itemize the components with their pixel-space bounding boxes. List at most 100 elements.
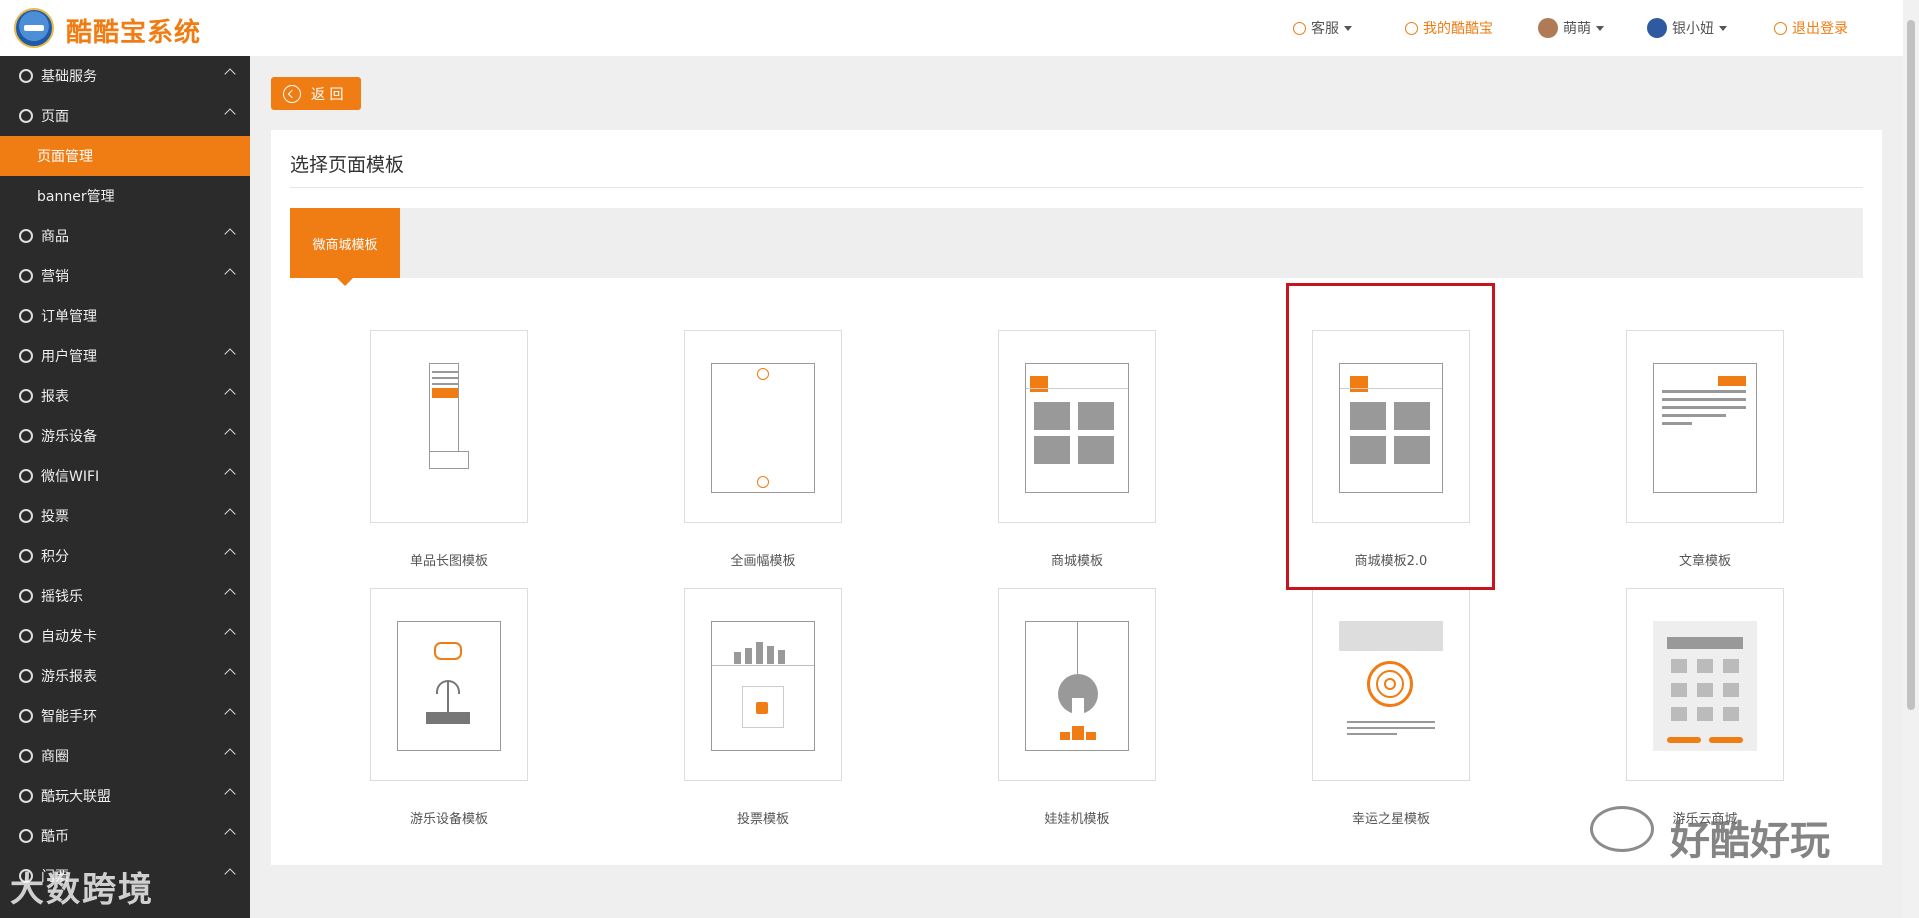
user2-menu[interactable]: 银小妞	[1647, 18, 1727, 38]
logout-button[interactable]: 退出登录	[1774, 18, 1848, 38]
chevron-up-icon	[224, 548, 236, 560]
sidebar-item-banner-management[interactable]: banner管理	[0, 176, 250, 216]
chevron-up-icon	[224, 708, 236, 720]
sidebar-item-label: 投票	[41, 509, 69, 525]
shake-icon	[19, 589, 33, 603]
customer-service-label: 客服	[1311, 21, 1339, 37]
power-icon	[1774, 21, 1787, 35]
logo-icon	[14, 8, 54, 48]
my-account-label: 我的酷酷宝	[1423, 21, 1493, 37]
chevron-down-icon	[1596, 25, 1604, 31]
watermark-right: 好酷好玩	[1670, 818, 1830, 864]
sidebar-item-orders[interactable]: 订单管理	[0, 296, 250, 336]
my-account-link[interactable]: 我的酷酷宝	[1405, 18, 1493, 38]
chevron-up-icon	[224, 668, 236, 680]
tab-bar: 微商城模板	[290, 208, 1863, 286]
scrollbar[interactable]	[1903, 0, 1919, 918]
sidebar-item-label: 微信WIFI	[41, 469, 100, 485]
user1-menu[interactable]: 萌萌	[1538, 18, 1604, 38]
chevron-up-icon	[224, 828, 236, 840]
band-icon	[19, 709, 33, 723]
gamepad-router-icon	[397, 621, 501, 751]
template-card-claw-machine[interactable]	[998, 588, 1156, 781]
sidebar-item-marketing[interactable]: 营销	[0, 256, 250, 296]
pages-icon	[19, 109, 33, 123]
basic-services-icon	[19, 69, 33, 83]
user2-label: 银小妞	[1672, 21, 1714, 37]
sidebar-item-money-shake[interactable]: 摇钱乐	[0, 576, 250, 616]
service-icon	[1293, 21, 1306, 35]
orders-icon	[19, 309, 33, 323]
watermark-left: 大数跨境	[10, 870, 154, 910]
sidebar-item-label: 报表	[41, 389, 69, 405]
sidebar-item-auto-card[interactable]: 自动发卡	[0, 616, 250, 656]
products-icon	[19, 229, 33, 243]
wechat-icon	[1590, 806, 1654, 852]
sidebar-item-coins[interactable]: 酷币	[0, 816, 250, 856]
chevron-up-icon	[224, 748, 236, 760]
user-icon	[19, 349, 33, 363]
sidebar-item-label: 酷玩大联盟	[41, 789, 111, 805]
sidebar-item-business-circle[interactable]: 商圈	[0, 736, 250, 776]
template-card-full-frame[interactable]	[684, 330, 842, 523]
claw-machine-icon	[1025, 621, 1129, 751]
chevron-up-icon	[224, 268, 236, 280]
sidebar-item-rides[interactable]: 游乐设备	[0, 416, 250, 456]
chevron-up-icon	[224, 468, 236, 480]
reports-icon	[19, 389, 33, 403]
template-card-lucky-star[interactable]	[1312, 588, 1470, 781]
template-card-article[interactable]	[1626, 330, 1784, 523]
sidebar-item-label: 积分	[41, 549, 69, 565]
sidebar-item-label: 智能手环	[41, 709, 97, 725]
marketing-icon	[19, 269, 33, 283]
sidebar-item-label: 营销	[41, 269, 69, 285]
template-label: 全画幅模板	[730, 554, 796, 569]
template-label: 娃娃机模板	[1044, 812, 1110, 827]
sidebar-item-label: 酷币	[41, 829, 69, 845]
store-icon	[19, 749, 33, 763]
scrollbar-thumb[interactable]	[1907, 20, 1915, 710]
sidebar-item-vote[interactable]: 投票	[0, 496, 250, 536]
template-card-rides[interactable]	[370, 588, 528, 781]
sidebar-item-alliance[interactable]: 酷玩大联盟	[0, 776, 250, 816]
sidebar-item-ride-reports[interactable]: 游乐报表	[0, 656, 250, 696]
sidebar-item-products[interactable]: 商品	[0, 216, 250, 256]
chevron-up-icon	[224, 388, 236, 400]
sidebar-item-label: 商圈	[41, 749, 69, 765]
template-card-cloud-mall[interactable]	[1626, 588, 1784, 781]
sidebar-item-points[interactable]: 积分	[0, 536, 250, 576]
tab-micro-mall-templates[interactable]: 微商城模板	[290, 208, 400, 286]
back-button[interactable]: 返 回	[271, 77, 361, 110]
template-label: 单品长图模板	[409, 554, 488, 569]
alliance-icon	[19, 789, 33, 803]
card-icon	[19, 629, 33, 643]
sidebar-item-pages[interactable]: 页面	[0, 96, 250, 136]
template-card-mall[interactable]	[998, 330, 1156, 523]
template-card-vote[interactable]	[684, 588, 842, 781]
sidebar-item-smart-band[interactable]: 智能手环	[0, 696, 250, 736]
sidebar-item-label: 游乐设备	[41, 429, 97, 445]
chevron-up-icon	[224, 788, 236, 800]
sidebar-item-reports[interactable]: 报表	[0, 376, 250, 416]
smiley-icon	[19, 429, 33, 443]
points-icon	[19, 549, 33, 563]
customer-service-menu[interactable]: 客服	[1293, 18, 1352, 38]
sidebar-item-page-management[interactable]: 页面管理	[0, 136, 250, 176]
template-card-single-long-image[interactable]	[370, 330, 528, 523]
sidebar-item-users[interactable]: 用户管理	[0, 336, 250, 376]
mall-grid-icon	[1025, 363, 1129, 493]
divider	[290, 187, 1863, 188]
article-icon	[1653, 363, 1757, 493]
chart-icon	[19, 669, 33, 683]
chevron-left-icon	[283, 84, 301, 103]
back-button-label: 返 回	[311, 86, 344, 103]
chevron-up-icon	[224, 68, 236, 80]
account-icon	[1405, 21, 1418, 35]
logout-label: 退出登录	[1792, 21, 1848, 37]
sidebar-item-wechat-wifi[interactable]: 微信WIFI	[0, 456, 250, 496]
chevron-up-icon	[224, 108, 236, 120]
full-frame-icon	[711, 363, 815, 493]
sidebar-item-basic-services[interactable]: 基础服务	[0, 56, 250, 96]
chevron-up-icon	[224, 428, 236, 440]
sidebar-item-label: 订单管理	[41, 309, 97, 325]
